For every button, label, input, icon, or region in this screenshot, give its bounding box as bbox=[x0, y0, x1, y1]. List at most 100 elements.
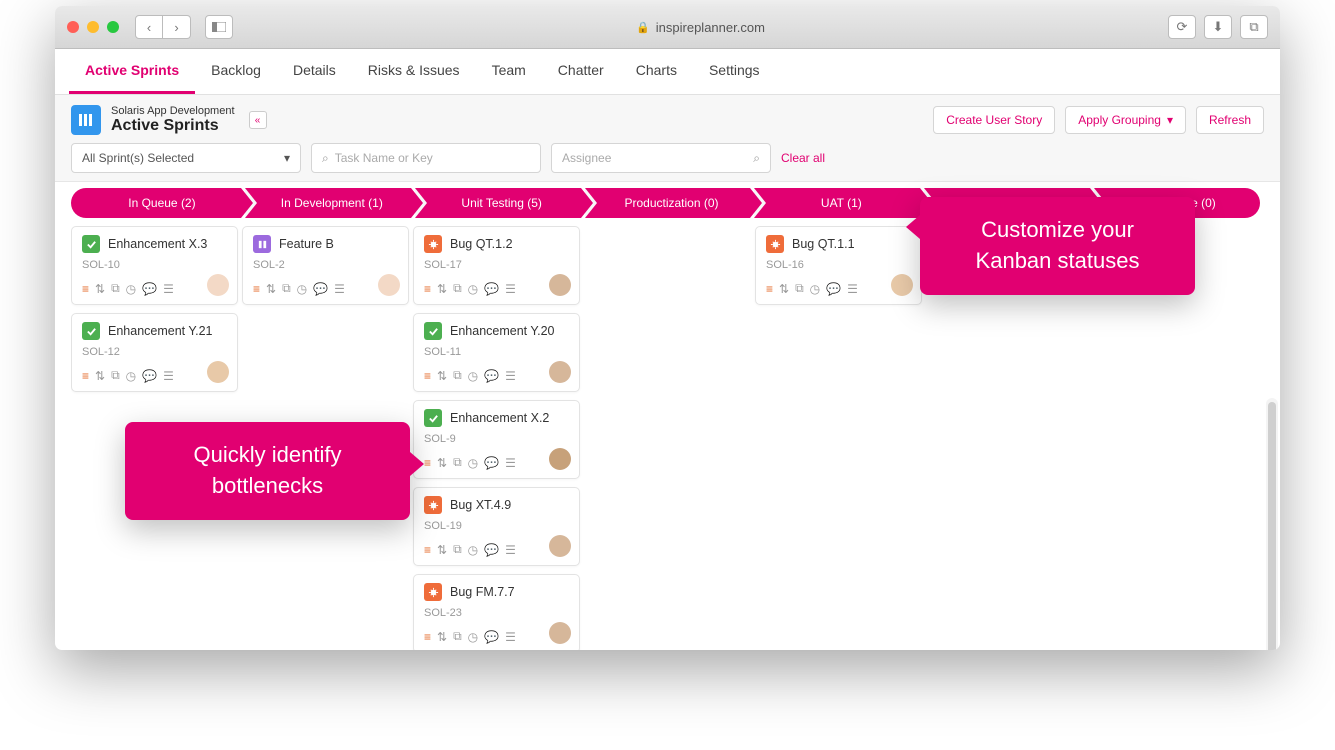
card-type-icon bbox=[424, 322, 442, 340]
kanban-column[interactable]: Bug QT.1.1SOL-16≡⇅⧉◷💬☰ bbox=[755, 226, 922, 650]
kanban-card[interactable]: Bug QT.1.2SOL-17≡⇅⧉◷💬☰ bbox=[413, 226, 580, 305]
clock-icon: ◷ bbox=[468, 369, 478, 383]
create-user-story-button[interactable]: Create User Story bbox=[933, 106, 1055, 134]
comment-icon: 💬 bbox=[484, 369, 499, 383]
sprint-select[interactable]: All Sprint(s) Selected ▾ bbox=[71, 143, 301, 173]
card-meta-icons: ≡⇅⧉◷💬☰ bbox=[424, 455, 516, 470]
search-icon: ⌕ bbox=[322, 151, 329, 166]
close-window-icon[interactable] bbox=[67, 21, 79, 33]
arrows-icon: ⇅ bbox=[95, 369, 105, 383]
assignee-avatar[interactable] bbox=[378, 274, 400, 296]
kanban-card[interactable]: Enhancement X.3SOL-10≡⇅⧉◷💬☰ bbox=[71, 226, 238, 305]
assignee-select[interactable]: Assignee ⌕ bbox=[551, 143, 771, 173]
kanban-column[interactable] bbox=[584, 226, 751, 650]
forward-button[interactable]: › bbox=[163, 15, 191, 39]
card-meta-icons: ≡⇅⧉◷💬☰ bbox=[82, 281, 174, 296]
column-header-unit-testing[interactable]: Unit Testing (5) bbox=[415, 188, 581, 218]
card-type-icon bbox=[424, 409, 442, 427]
assignee-avatar[interactable] bbox=[891, 274, 913, 296]
column-header-uat[interactable]: UAT (1) bbox=[754, 188, 920, 218]
arrows-icon: ⇅ bbox=[437, 543, 447, 557]
card-meta-icons: ≡⇅⧉◷💬☰ bbox=[424, 629, 516, 644]
page-header: Solaris App Development Active Sprints «… bbox=[55, 95, 1280, 182]
card-key: SOL-23 bbox=[424, 607, 569, 619]
tab-details[interactable]: Details bbox=[277, 49, 352, 94]
comment-icon: 💬 bbox=[484, 630, 499, 644]
link-icon: ⧉ bbox=[453, 368, 462, 383]
kanban-card[interactable]: Bug QT.1.1SOL-16≡⇅⧉◷💬☰ bbox=[755, 226, 922, 305]
kanban-column[interactable]: Bug QT.1.2SOL-17≡⇅⧉◷💬☰Enhancement Y.20SO… bbox=[413, 226, 580, 650]
card-type-icon bbox=[424, 496, 442, 514]
priority-icon: ≡ bbox=[766, 282, 773, 296]
kanban-card[interactable]: Feature BSOL-2≡⇅⧉◷💬☰ bbox=[242, 226, 409, 305]
tab-team[interactable]: Team bbox=[476, 49, 542, 94]
search-input[interactable]: ⌕ Task Name or Key bbox=[311, 143, 541, 173]
comment-icon: 💬 bbox=[484, 543, 499, 557]
link-icon: ⧉ bbox=[453, 281, 462, 296]
tab-charts[interactable]: Charts bbox=[620, 49, 693, 94]
back-button[interactable]: ‹ bbox=[135, 15, 163, 39]
collapse-header-button[interactable]: « bbox=[249, 111, 267, 129]
minimize-window-icon[interactable] bbox=[87, 21, 99, 33]
column-header-in-queue[interactable]: In Queue (2) bbox=[71, 188, 241, 218]
project-icon bbox=[71, 105, 101, 135]
kanban-card[interactable]: Bug FM.7.7SOL-23≡⇅⧉◷💬☰ bbox=[413, 574, 580, 650]
apply-grouping-button[interactable]: Apply Grouping▾ bbox=[1065, 106, 1186, 134]
tab-backlog[interactable]: Backlog bbox=[195, 49, 277, 94]
reload-button[interactable]: ⟳ bbox=[1168, 15, 1196, 39]
comment-icon: 💬 bbox=[142, 369, 157, 383]
page-title: Active Sprints bbox=[111, 117, 235, 135]
vertical-scrollbar[interactable] bbox=[1266, 398, 1278, 650]
card-key: SOL-17 bbox=[424, 259, 569, 271]
tab-risks-issues[interactable]: Risks & Issues bbox=[352, 49, 476, 94]
arrows-icon: ⇅ bbox=[95, 282, 105, 296]
list-icon: ☰ bbox=[505, 369, 516, 383]
card-meta-icons: ≡⇅⧉◷💬☰ bbox=[424, 368, 516, 383]
comment-icon: 💬 bbox=[142, 282, 157, 296]
kanban-card[interactable]: Bug XT.4.9SOL-19≡⇅⧉◷💬☰ bbox=[413, 487, 580, 566]
tabs-button[interactable]: ⧉ bbox=[1240, 15, 1268, 39]
list-icon: ☰ bbox=[847, 282, 858, 296]
priority-icon: ≡ bbox=[424, 282, 431, 296]
assignee-avatar[interactable] bbox=[207, 361, 229, 383]
chevron-down-icon: ▾ bbox=[1167, 113, 1173, 127]
assignee-avatar[interactable] bbox=[549, 274, 571, 296]
assignee-avatar[interactable] bbox=[549, 361, 571, 383]
assignee-avatar[interactable] bbox=[549, 448, 571, 470]
kanban-card[interactable]: Enhancement Y.20SOL-11≡⇅⧉◷💬☰ bbox=[413, 313, 580, 392]
card-type-icon bbox=[253, 235, 271, 253]
tab-active-sprints[interactable]: Active Sprints bbox=[69, 49, 195, 94]
sidebar-toggle-button[interactable] bbox=[205, 15, 233, 39]
address-bar[interactable]: 🔒 inspireplanner.com bbox=[261, 20, 1140, 35]
list-icon: ☰ bbox=[505, 630, 516, 644]
maximize-window-icon[interactable] bbox=[107, 21, 119, 33]
kanban-card[interactable]: Enhancement Y.21SOL-12≡⇅⧉◷💬☰ bbox=[71, 313, 238, 392]
clear-filters-link[interactable]: Clear all bbox=[781, 151, 825, 165]
card-key: SOL-9 bbox=[424, 433, 569, 445]
downloads-button[interactable]: ⬇ bbox=[1204, 15, 1232, 39]
tab-chatter[interactable]: Chatter bbox=[542, 49, 620, 94]
clock-icon: ◷ bbox=[297, 282, 307, 296]
callout-bottlenecks: Quickly identify bottlenecks bbox=[125, 422, 410, 520]
assignee-avatar[interactable] bbox=[549, 535, 571, 557]
card-title: Bug FM.7.7 bbox=[450, 585, 515, 599]
priority-icon: ≡ bbox=[424, 456, 431, 470]
refresh-button[interactable]: Refresh bbox=[1196, 106, 1264, 134]
priority-icon: ≡ bbox=[253, 282, 260, 296]
link-icon: ⧉ bbox=[453, 455, 462, 470]
tab-settings[interactable]: Settings bbox=[693, 49, 776, 94]
column-header-in-development[interactable]: In Development (1) bbox=[245, 188, 411, 218]
assignee-avatar[interactable] bbox=[549, 622, 571, 644]
list-icon: ☰ bbox=[334, 282, 345, 296]
assignee-avatar[interactable] bbox=[207, 274, 229, 296]
clock-icon: ◷ bbox=[126, 282, 136, 296]
priority-icon: ≡ bbox=[424, 630, 431, 644]
arrows-icon: ⇅ bbox=[437, 456, 447, 470]
clock-icon: ◷ bbox=[468, 456, 478, 470]
column-header-productization[interactable]: Productization (0) bbox=[585, 188, 751, 218]
arrows-icon: ⇅ bbox=[266, 282, 276, 296]
comment-icon: 💬 bbox=[313, 282, 328, 296]
scrollbar-thumb[interactable] bbox=[1268, 402, 1276, 650]
kanban-card[interactable]: Enhancement X.2SOL-9≡⇅⧉◷💬☰ bbox=[413, 400, 580, 479]
card-title: Feature B bbox=[279, 237, 334, 251]
